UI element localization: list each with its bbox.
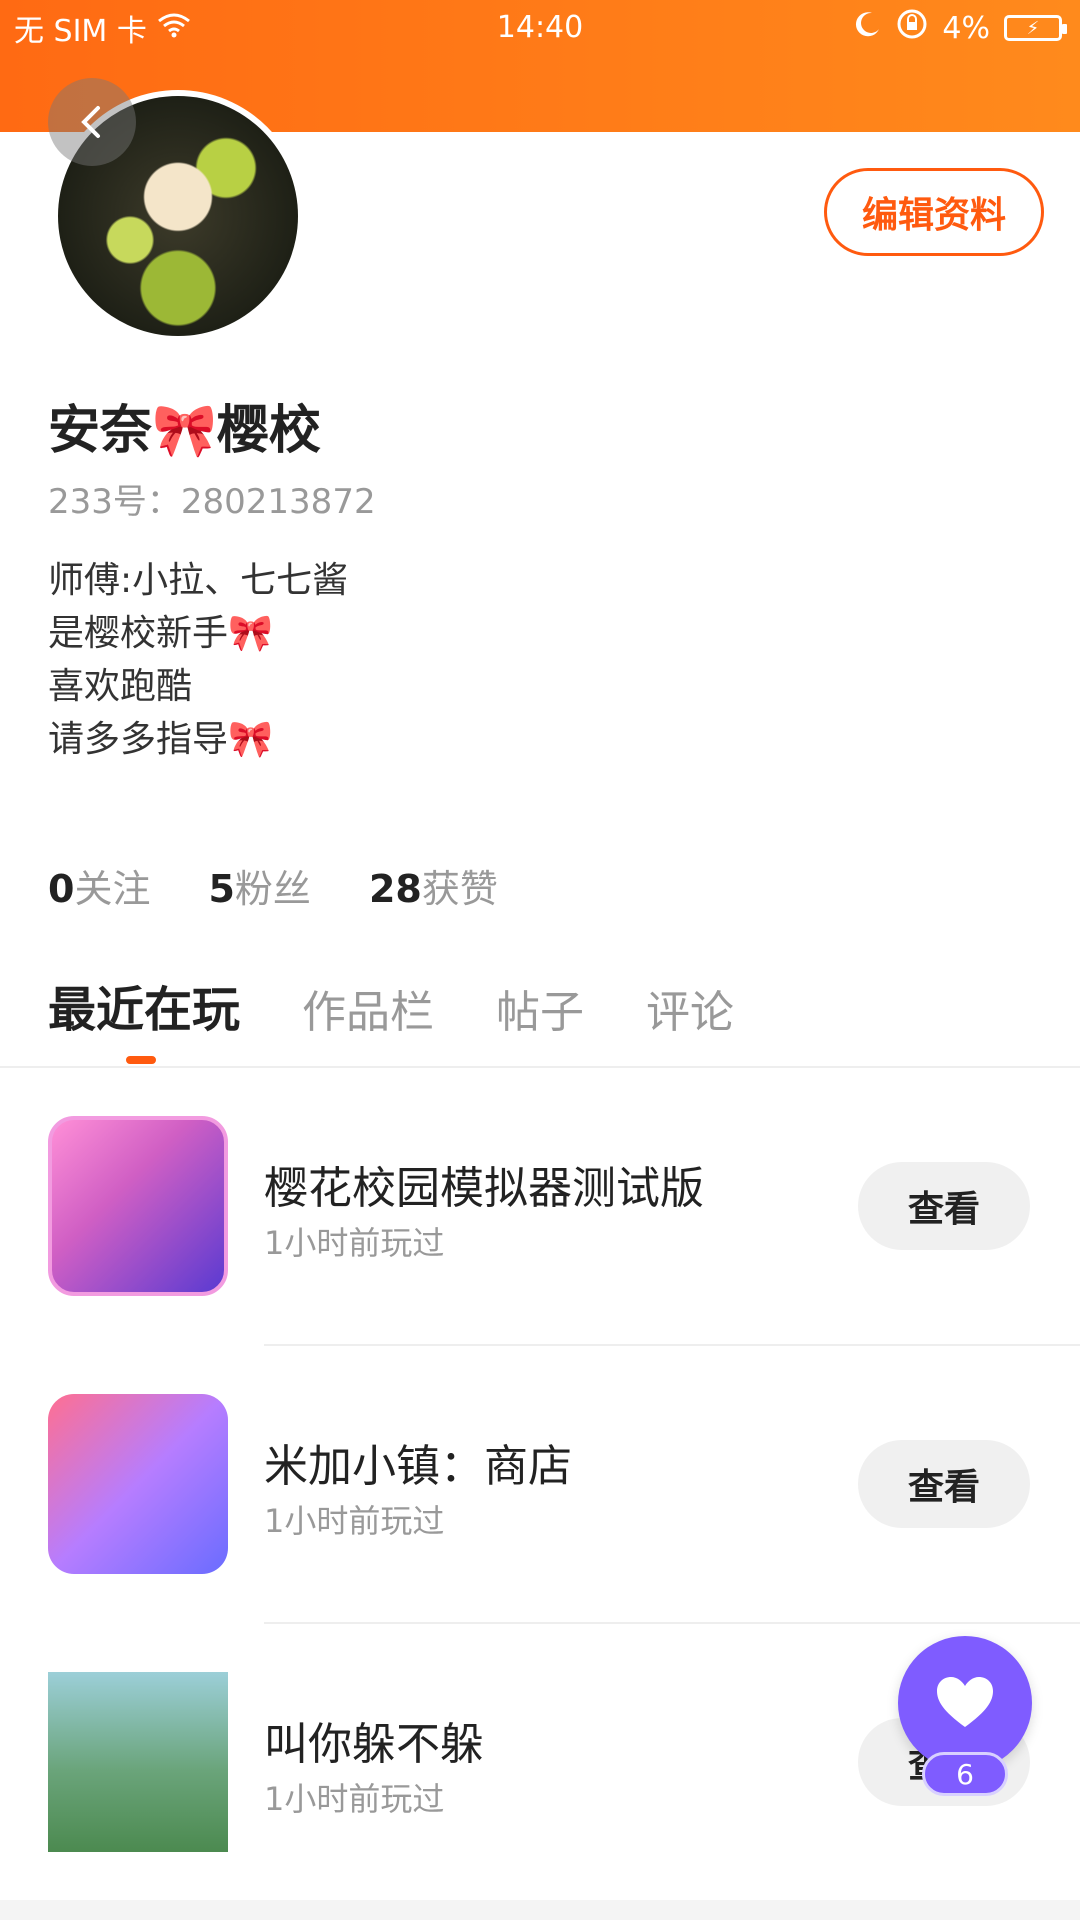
- bio-line: 是樱校新手🎀: [48, 613, 273, 654]
- status-bar: 无 SIM 卡 14:40 4% ⚡: [0, 0, 1080, 56]
- wifi-icon: [157, 11, 191, 46]
- battery-percent: 4%: [942, 10, 990, 46]
- view-button[interactable]: 查看: [858, 1440, 1030, 1528]
- game-last-played: 1小时前玩过: [264, 1502, 445, 1540]
- game-icon: [48, 1394, 228, 1574]
- stat-number: 0: [48, 867, 75, 911]
- tab-works[interactable]: 作品栏: [302, 976, 434, 1040]
- tab-comments[interactable]: 评论: [646, 976, 734, 1040]
- tab-active-indicator: [126, 1056, 156, 1064]
- game-last-played: 1小时前玩过: [264, 1224, 445, 1262]
- tab-bar: 最近在玩 作品栏 帖子 评论: [48, 970, 734, 1040]
- chevron-left-icon: [81, 106, 100, 138]
- stat-following[interactable]: 0关注: [48, 858, 150, 913]
- carrier-text: 无 SIM 卡: [14, 14, 147, 49]
- stat-label: 关注: [74, 867, 151, 911]
- game-list: 樱花校园模拟器测试版 1小时前玩过 查看 米加小镇：商店 1小时前玩过 查看 叫…: [0, 1068, 1080, 1902]
- like-fab-button[interactable]: [898, 1636, 1032, 1770]
- like-count-badge: 6: [922, 1752, 1008, 1796]
- rotation-lock-icon: [896, 8, 928, 48]
- stat-likes[interactable]: 28获赞: [369, 858, 498, 913]
- list-item[interactable]: 樱花校园模拟器测试版 1小时前玩过 查看: [0, 1068, 1080, 1346]
- stat-number: 5: [208, 867, 235, 911]
- list-item[interactable]: 米加小镇：商店 1小时前玩过 查看: [0, 1346, 1080, 1624]
- game-title: 樱花校园模拟器测试版: [264, 1163, 704, 1214]
- bio-line: 师傅:小拉、七七酱: [48, 560, 349, 601]
- tab-posts[interactable]: 帖子: [496, 976, 584, 1040]
- bio-line: 喜欢跑酷: [48, 666, 193, 707]
- game-title: 米加小镇：商店: [264, 1441, 572, 1492]
- moon-icon: [852, 9, 882, 47]
- stats-row: 0关注 5粉丝 28获赞: [48, 858, 498, 913]
- game-icon: [48, 1672, 228, 1852]
- bio-line: 请多多指导🎀: [48, 719, 273, 760]
- user-id: 233号：280213872: [48, 482, 376, 522]
- game-title: 叫你躲不躲: [264, 1719, 484, 1770]
- back-button[interactable]: [48, 78, 136, 166]
- tab-recent-play[interactable]: 最近在玩: [48, 970, 240, 1040]
- nickname: 安奈🎀樱校: [48, 401, 321, 461]
- game-icon: [48, 1116, 228, 1296]
- heart-icon: [937, 1677, 993, 1727]
- stat-label: 粉丝: [234, 867, 311, 911]
- stat-label: 获赞: [421, 867, 498, 911]
- stat-number: 28: [368, 867, 422, 911]
- bottom-strip: [0, 1900, 1080, 1920]
- edit-profile-button[interactable]: 编辑资料: [824, 168, 1044, 256]
- bio: 师傅:小拉、七七酱 是樱校新手🎀 喜欢跑酷 请多多指导🎀: [48, 554, 348, 766]
- game-last-played: 1小时前玩过: [264, 1780, 445, 1818]
- stat-fans[interactable]: 5粉丝: [208, 858, 310, 913]
- view-button[interactable]: 查看: [858, 1162, 1030, 1250]
- battery-icon: ⚡: [1004, 15, 1067, 41]
